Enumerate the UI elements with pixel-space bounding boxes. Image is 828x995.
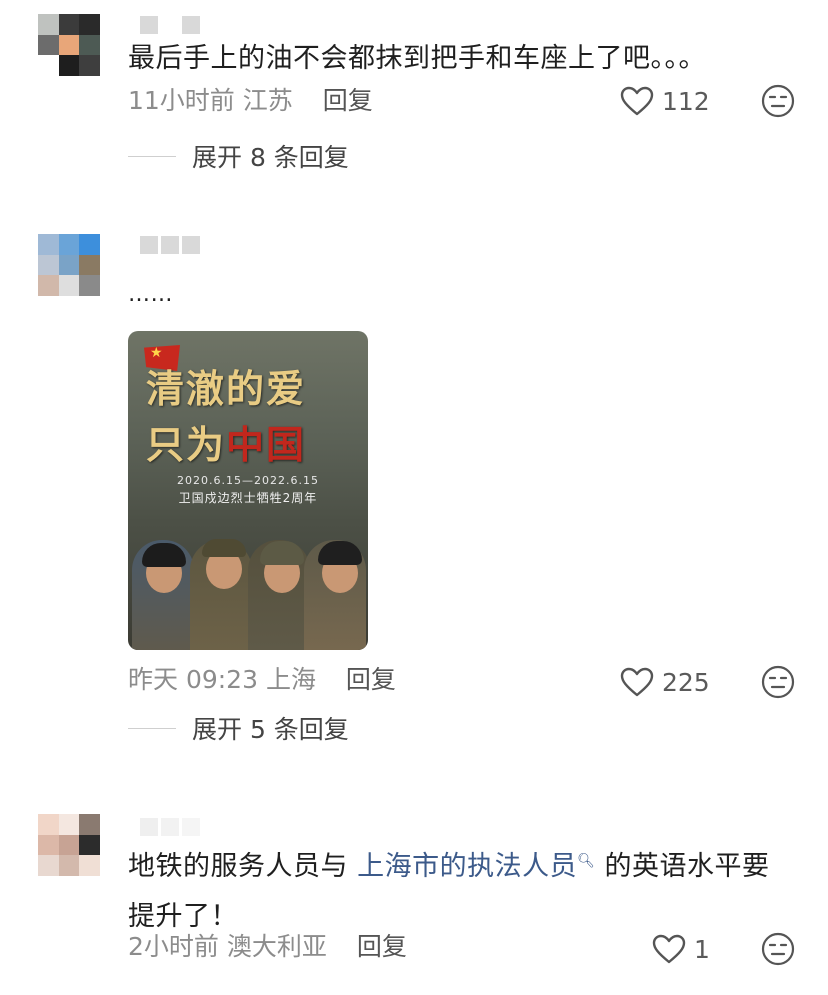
comment-time: 11小时前 (128, 86, 235, 115)
reply-button[interactable]: 回复 (346, 665, 396, 694)
expand-replies[interactable]: 展开 5 条回复 (128, 710, 349, 746)
avatar[interactable] (38, 234, 100, 296)
comment-location: 澳大利亚 (226, 932, 327, 961)
reply-button[interactable]: 回复 (323, 86, 373, 115)
comment-time: 昨天 09:23 (128, 665, 258, 694)
expand-replies[interactable]: 展开 8 条回复 (128, 138, 349, 174)
poster-title: 清澈的爱 只为中国 (146, 361, 356, 473)
heart-outline-icon (620, 86, 654, 116)
divider-line (128, 727, 176, 729)
soldier-hat (142, 543, 186, 567)
soldier-hat (318, 541, 362, 565)
poster-title-line1: 清澈的爱 (146, 366, 307, 411)
username-masked[interactable] (140, 16, 202, 34)
expand-replies-label: 展开 8 条回复 (192, 143, 349, 172)
heart-outline-icon (620, 667, 654, 697)
avatar[interactable] (38, 14, 100, 76)
avatar[interactable] (38, 814, 100, 876)
comment-text: 最后手上的油不会都抹到把手和车座上了吧。。。 (128, 43, 706, 74)
star-icon: ★ (150, 345, 163, 361)
comment-meta: 昨天 09:23 上海 回复 (128, 663, 396, 697)
like-count: 1 (694, 934, 710, 964)
comment-text-before: 地铁的服务人员与 (128, 851, 358, 882)
comment-location: 上海 (265, 665, 316, 694)
like-button[interactable]: 1 (652, 932, 710, 966)
topic-link[interactable]: 上海市的执法人员🔍︎ (357, 851, 595, 882)
like-button[interactable]: 112 (620, 84, 710, 118)
comment-location: 江苏 (242, 86, 293, 115)
search-icon: 🔍︎ (577, 853, 596, 869)
comment-text: …… (128, 282, 173, 307)
heart-outline-icon (652, 934, 686, 964)
username-masked[interactable] (140, 818, 202, 836)
comment-meta: 2小时前 澳大利亚 回复 (128, 930, 407, 964)
reply-button[interactable]: 回复 (357, 932, 407, 961)
soldier-hat (202, 539, 246, 557)
like-button[interactable]: 225 (620, 665, 710, 699)
poster-title-line2-a: 只为 (146, 422, 227, 467)
expressionless-face-icon[interactable] (761, 84, 795, 118)
comment-text: 地铁的服务人员与 上海市的执法人员🔍︎ 的英语水平要提升了！ (128, 836, 792, 942)
comment-image[interactable]: ★ 清澈的爱 只为中国 2020.6.15—2022.6.15 卫国戍边烈士牺牲… (128, 331, 368, 650)
topic-link-text: 上海市的执法人员 (357, 851, 578, 882)
divider-line (128, 155, 176, 157)
comment-time: 2小时前 (128, 932, 219, 961)
like-count: 112 (662, 86, 710, 116)
expand-replies-label: 展开 5 条回复 (192, 715, 349, 744)
poster-title-line2-b: 中国 (226, 422, 307, 467)
soldier-hat (260, 541, 304, 565)
poster-date: 2020.6.15—2022.6.15 (177, 474, 319, 487)
like-count: 225 (662, 667, 710, 697)
poster-subtitle: 卫国戍边烈士牺牲2周年 (178, 491, 318, 505)
expressionless-face-icon[interactable] (761, 932, 795, 966)
expressionless-face-icon[interactable] (761, 665, 795, 699)
poster-title-line2: 只为中国 (146, 417, 356, 473)
username-masked[interactable] (140, 236, 202, 254)
comment-meta: 11小时前 江苏 回复 (128, 84, 373, 118)
